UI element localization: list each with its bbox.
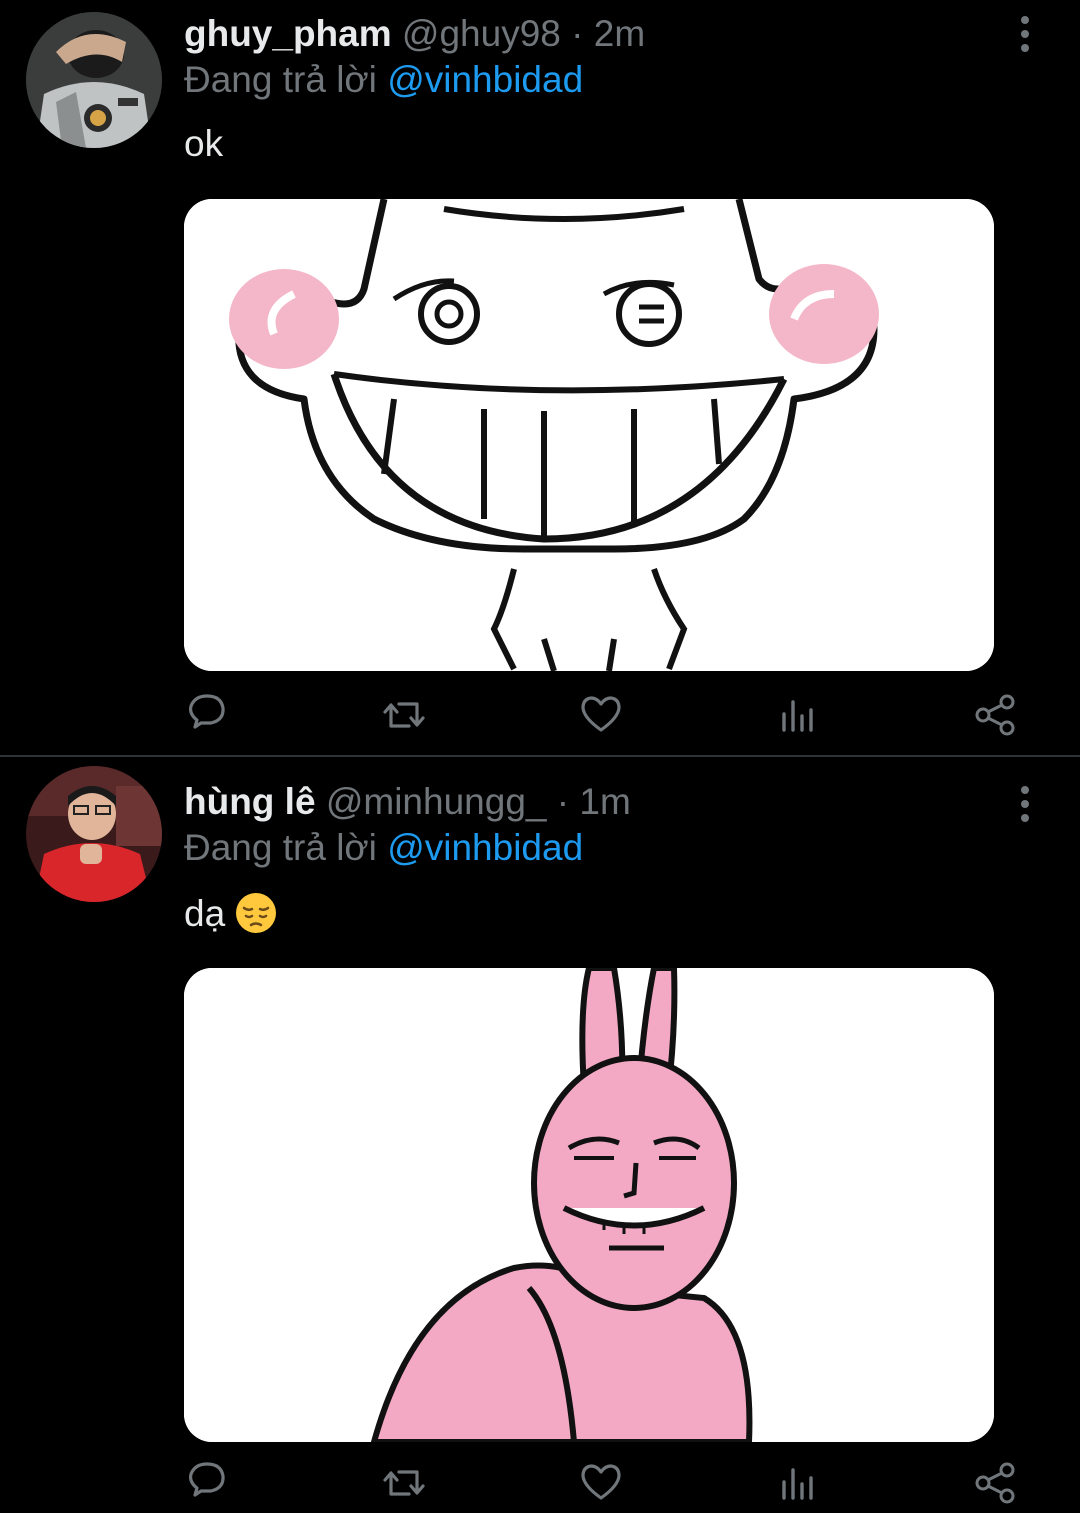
tweet-text: ok [184, 123, 224, 164]
tweet-divider [0, 755, 1080, 757]
timestamp[interactable]: 2m [594, 13, 645, 54]
like-icon[interactable] [576, 1458, 626, 1508]
share-icon[interactable] [970, 1458, 1020, 1508]
tweet-text: dạ [184, 892, 277, 936]
tweet-actions [0, 690, 1080, 740]
like-icon[interactable] [576, 690, 626, 740]
display-name[interactable]: hùng lê [184, 781, 316, 822]
tweet-header: ghuy_pham @ghuy98 · 2m [184, 12, 645, 56]
pensive-face-emoji [235, 892, 277, 934]
display-name[interactable]: ghuy_pham [184, 13, 392, 54]
tweet-actions [0, 1458, 1080, 1508]
tweet[interactable]: hùng lê @minhungg_ · 1m Đang trả lời @vi… [0, 758, 1080, 1513]
views-icon[interactable] [772, 1458, 822, 1508]
tweet-text-content: dạ [184, 893, 226, 934]
separator: · [571, 13, 584, 54]
pink-rabbit-cartoon-image[interactable] [184, 968, 994, 1442]
replying-to: Đang trả lời @vinhbidad [184, 826, 583, 870]
tweet[interactable]: ghuy_pham @ghuy98 · 2m Đang trả lời @vin… [0, 0, 1080, 756]
share-icon[interactable] [970, 690, 1020, 740]
separator: · [556, 781, 570, 822]
more-options-icon[interactable] [1008, 784, 1042, 824]
user-avatar[interactable] [26, 766, 162, 902]
smiling-cartoon-cat-image[interactable] [184, 199, 994, 671]
more-options-icon[interactable] [1008, 14, 1042, 54]
replying-to: Đang trả lời @vinhbidad [184, 58, 583, 102]
reply-prefix: Đang trả lời [184, 827, 377, 868]
user-avatar[interactable] [26, 12, 162, 148]
retweet-icon[interactable] [379, 1458, 429, 1508]
user-handle[interactable]: @minhungg_ [326, 781, 547, 822]
reply-icon[interactable] [181, 1458, 231, 1508]
views-icon[interactable] [772, 690, 822, 740]
retweet-icon[interactable] [379, 690, 429, 740]
reply-mention-link[interactable]: @vinhbidad [387, 59, 583, 100]
reply-icon[interactable] [181, 690, 231, 740]
user-handle[interactable]: @ghuy98 [402, 13, 561, 54]
reply-prefix: Đang trả lời [184, 59, 377, 100]
timestamp[interactable]: 1m [579, 781, 630, 822]
tweet-header: hùng lê @minhungg_ · 1m [184, 780, 631, 824]
reply-mention-link[interactable]: @vinhbidad [387, 827, 583, 868]
